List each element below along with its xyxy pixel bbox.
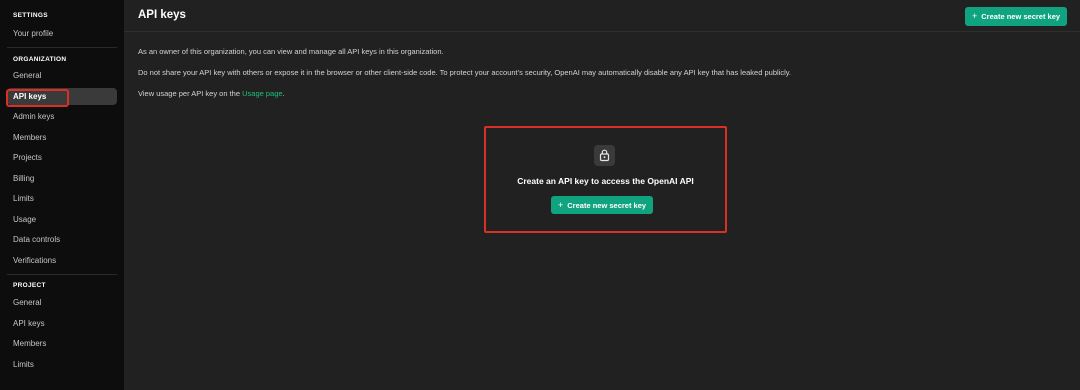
project-section-title: PROJECT xyxy=(13,282,46,289)
sidebar-item-admin-keys[interactable]: Admin keys xyxy=(7,108,117,125)
organization-section-title: ORGANIZATION xyxy=(13,56,67,63)
sidebar-divider xyxy=(7,274,117,275)
sidebar-item-usage[interactable]: Usage xyxy=(7,211,117,228)
empty-state-create-key-button[interactable]: + Create new secret key xyxy=(551,196,654,214)
sidebar-item-org-limits[interactable]: Limits xyxy=(7,190,117,207)
usage-text-suffix: . xyxy=(282,89,285,98)
sidebar-item-project-general[interactable]: General xyxy=(7,294,117,311)
sidebar-item-org-members[interactable]: Members xyxy=(7,129,117,146)
sidebar-item-data-controls[interactable]: Data controls xyxy=(7,231,117,248)
info-paragraph-usage: View usage per API key on the Usage page… xyxy=(138,89,285,98)
settings-section-title: SETTINGS xyxy=(13,12,48,19)
sidebar-item-project-members[interactable]: Members xyxy=(7,335,117,352)
sidebar-item-project-api-keys[interactable]: API keys xyxy=(7,315,117,332)
sidebar-item-billing[interactable]: Billing xyxy=(7,170,117,187)
plus-icon: + xyxy=(558,200,564,210)
top-bar: API keys + Create new secret key xyxy=(124,0,1080,32)
sidebar-item-your-profile[interactable]: Your profile xyxy=(7,25,117,42)
plus-icon: + xyxy=(972,11,978,21)
empty-state-create-key-label: Create new secret key xyxy=(567,201,647,210)
sidebar-item-org-general[interactable]: General xyxy=(7,67,117,84)
create-secret-key-label: Create new secret key xyxy=(981,12,1061,21)
sidebar-item-projects[interactable]: Projects xyxy=(7,149,117,166)
lock-icon xyxy=(594,145,615,166)
create-secret-key-button[interactable]: + Create new secret key xyxy=(965,7,1068,26)
sidebar-item-verifications[interactable]: Verifications xyxy=(7,252,117,269)
main-content: API keys + Create new secret key As an ow… xyxy=(124,0,1080,390)
sidebar-divider xyxy=(7,47,117,48)
sidebar-item-project-limits[interactable]: Limits xyxy=(7,356,117,373)
page-title: API keys xyxy=(138,9,186,21)
empty-state-title: Create an API key to access the OpenAI A… xyxy=(517,176,694,186)
usage-page-link[interactable]: Usage page xyxy=(242,89,282,98)
info-paragraph-security: Do not share your API key with others or… xyxy=(138,68,792,77)
sidebar-item-org-api-keys[interactable]: API keys xyxy=(7,88,117,105)
sidebar: SETTINGS Your profile ORGANIZATION Gener… xyxy=(0,0,124,390)
info-paragraph-owner: As an owner of this organization, you ca… xyxy=(138,47,444,56)
usage-text-prefix: View usage per API key on the xyxy=(138,89,243,98)
